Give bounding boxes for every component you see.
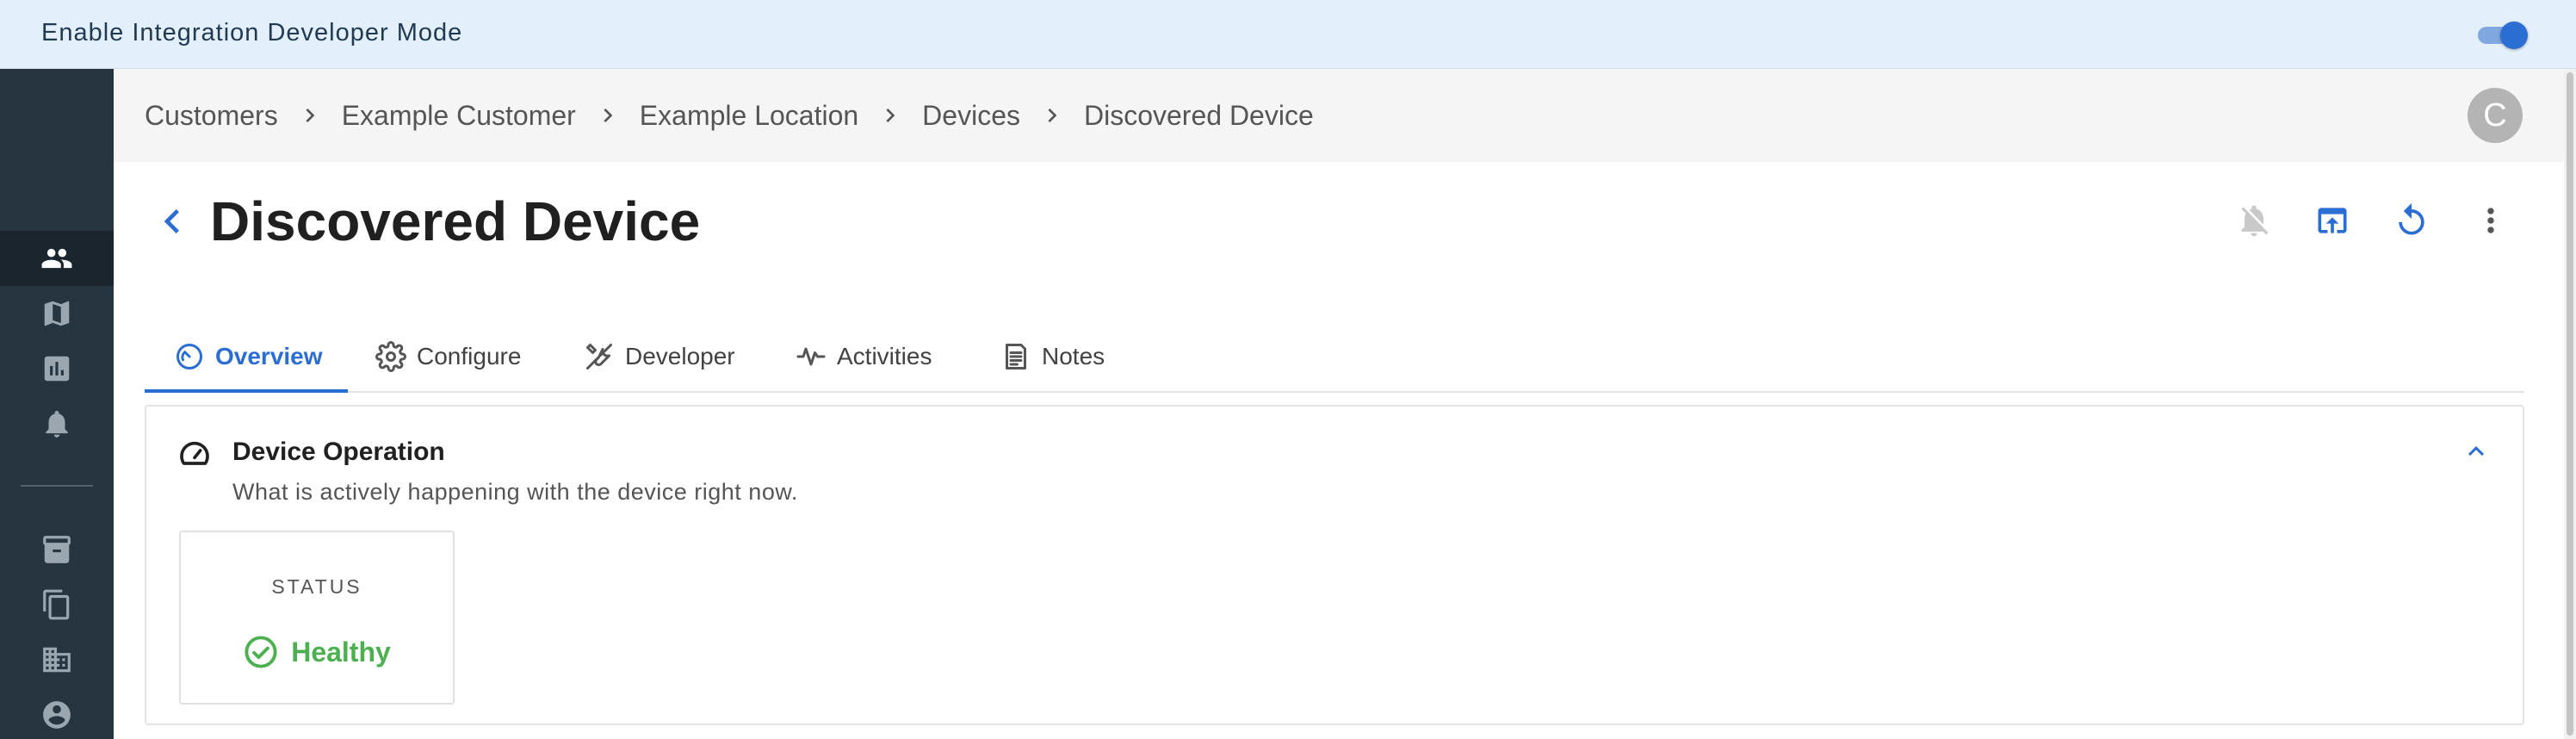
tab-label: Notes xyxy=(1042,343,1105,370)
card-subtitle: What is actively happening with the devi… xyxy=(232,479,798,505)
tab-developer[interactable]: Developer xyxy=(584,320,735,393)
nav-item-archive[interactable] xyxy=(0,522,114,577)
open-in-browser-icon xyxy=(2318,208,2347,233)
page-scrollbar[interactable] xyxy=(2564,69,2576,739)
breadcrumb: Customers Example Customer Example Locat… xyxy=(145,69,1314,162)
tab-label: Configure xyxy=(417,343,522,370)
chevron-right-icon xyxy=(858,102,922,129)
chevron-right-icon xyxy=(1020,102,1084,129)
nav-item-map[interactable] xyxy=(0,286,114,341)
breadcrumb-location[interactable]: Example Location xyxy=(640,100,858,132)
developer-mode-toggle[interactable] xyxy=(2478,22,2530,49)
nav-item-buildings[interactable] xyxy=(0,632,114,687)
people-icon xyxy=(41,248,72,269)
tab-overview[interactable]: Overview xyxy=(174,320,323,393)
status-tile: STATUS Healthy xyxy=(179,531,455,705)
check-circle-icon xyxy=(245,636,277,668)
archive-icon xyxy=(43,536,71,563)
active-tab-indicator xyxy=(145,389,348,393)
chevron-up-icon xyxy=(2468,446,2484,456)
back-button[interactable] xyxy=(148,191,196,252)
refresh-button[interactable] xyxy=(2387,196,2436,245)
nav-item-customers[interactable] xyxy=(0,231,114,286)
gauge-icon xyxy=(176,344,202,370)
nav-item-reports[interactable] xyxy=(0,341,114,396)
mute-alerts-button[interactable] xyxy=(2230,196,2278,245)
tools-icon xyxy=(586,344,612,370)
bell-off-icon xyxy=(2241,205,2269,237)
nav-item-account[interactable] xyxy=(0,687,114,739)
copy-icon xyxy=(43,589,70,620)
nav-item-alerts[interactable] xyxy=(0,396,114,451)
device-tabs: Overview Configure Developer Activities … xyxy=(145,320,2524,393)
refresh-icon xyxy=(2399,202,2424,235)
notes-icon xyxy=(1006,344,1026,370)
breadcrumb-customer[interactable]: Example Customer xyxy=(342,100,576,132)
status-text: Healthy xyxy=(291,636,391,668)
user-avatar[interactable]: C xyxy=(2468,88,2523,143)
chevron-left-icon xyxy=(164,209,179,233)
breadcrumb-customers[interactable]: Customers xyxy=(145,100,278,132)
tab-configure[interactable]: Configure xyxy=(375,320,521,393)
breadcrumb-bar: Customers Example Customer Example Locat… xyxy=(114,69,2564,162)
chevron-right-icon xyxy=(576,102,640,129)
chart-icon xyxy=(44,356,70,382)
more-options-button[interactable] xyxy=(2467,196,2515,245)
speedometer-icon xyxy=(180,441,209,465)
status-value: Healthy xyxy=(181,634,453,670)
card-title: Device Operation xyxy=(232,438,445,466)
bell-icon xyxy=(46,410,68,438)
status-label: STATUS xyxy=(271,575,362,598)
gear-icon xyxy=(375,341,406,372)
nav-divider xyxy=(21,485,93,487)
device-operation-card: Device Operation What is actively happen… xyxy=(145,405,2524,725)
scrollbar-thumb[interactable] xyxy=(2567,72,2573,736)
tab-label: Overview xyxy=(215,343,323,370)
tab-label: Developer xyxy=(625,343,735,370)
developer-mode-label: Enable Integration Developer Mode xyxy=(41,19,463,47)
developer-mode-banner: Enable Integration Developer Mode xyxy=(0,0,2576,69)
breadcrumb-devices[interactable]: Devices xyxy=(922,100,1020,132)
nav-item-templates[interactable] xyxy=(0,577,114,632)
open-in-browser-button[interactable] xyxy=(2308,196,2356,245)
map-icon xyxy=(44,301,70,326)
breadcrumb-current-device: Discovered Device xyxy=(1083,99,1314,131)
toggle-knob xyxy=(2500,22,2528,49)
tab-notes[interactable]: Notes xyxy=(1000,320,1105,393)
account-icon xyxy=(43,701,71,729)
pulse-icon xyxy=(796,347,826,366)
more-vert-icon xyxy=(2487,208,2494,233)
tab-label: Activities xyxy=(837,343,932,370)
collapse-button[interactable] xyxy=(2457,432,2495,470)
tab-activities[interactable]: Activities xyxy=(796,320,932,393)
chevron-right-icon xyxy=(278,102,342,129)
nav-rail xyxy=(0,69,114,739)
building-icon xyxy=(43,647,71,673)
page-title: Discovered Device xyxy=(210,190,701,252)
